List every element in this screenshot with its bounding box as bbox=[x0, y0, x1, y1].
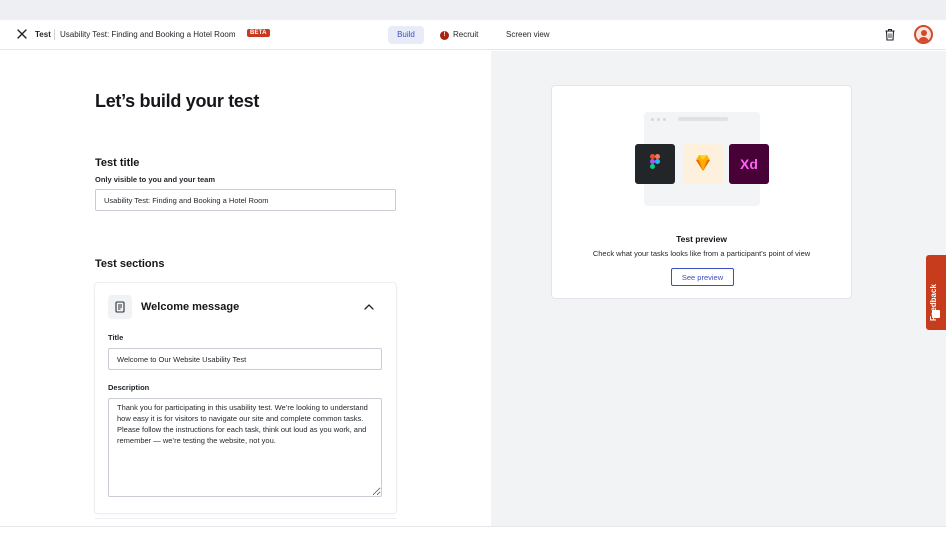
section-title: Welcome message bbox=[141, 301, 240, 313]
editor-panel: Let’s build your test Test title Only vi… bbox=[0, 51, 491, 527]
chevron-up-icon[interactable] bbox=[363, 301, 375, 313]
beta-badge: BETA bbox=[247, 29, 270, 37]
preview-title: Test preview bbox=[676, 234, 727, 244]
tab-build[interactable]: Build bbox=[388, 26, 424, 44]
trash-icon[interactable] bbox=[884, 28, 896, 41]
document-icon bbox=[108, 295, 132, 319]
tab-recruit[interactable]: ! Recruit bbox=[440, 26, 478, 44]
description-textarea[interactable]: Thank you for participating in this usab… bbox=[108, 398, 382, 497]
page-title: Let’s build your test bbox=[95, 91, 260, 111]
tab-recruit-label: Recruit bbox=[453, 30, 479, 39]
welcome-title-label: Title bbox=[108, 333, 124, 342]
test-title-label: Test title bbox=[95, 157, 140, 169]
brand-label: Test bbox=[35, 30, 51, 39]
divider bbox=[54, 29, 55, 40]
alert-icon: ! bbox=[440, 30, 449, 40]
test-name-breadcrumb: Usability Test: Finding and Booking a Ho… bbox=[60, 30, 236, 39]
test-preview-card: Xd Test preview Check what your tasks lo… bbox=[551, 85, 852, 299]
test-title-hint: Only visible to you and your team bbox=[95, 175, 216, 184]
feedback-tab[interactable]: Feedback bbox=[926, 255, 946, 330]
xd-icon: Xd bbox=[729, 144, 769, 184]
test-title-input[interactable] bbox=[95, 189, 396, 211]
test-sections-label: Test sections bbox=[95, 258, 165, 270]
tab-screen-view[interactable]: Screen view bbox=[506, 26, 550, 44]
description-label: Description bbox=[108, 383, 150, 392]
welcome-message-section: Welcome message Title Description Thank … bbox=[95, 283, 396, 513]
figma-icon bbox=[635, 144, 675, 184]
user-avatar[interactable] bbox=[914, 25, 933, 44]
welcome-title-input[interactable] bbox=[108, 348, 382, 370]
bottom-edge bbox=[0, 526, 946, 533]
preview-panel: Xd Test preview Check what your tasks lo… bbox=[491, 51, 946, 527]
close-icon[interactable] bbox=[14, 26, 30, 42]
top-bar: Test Usability Test: Finding and Booking… bbox=[0, 20, 946, 50]
sketch-icon bbox=[683, 144, 723, 184]
see-preview-button[interactable]: See preview bbox=[671, 268, 734, 286]
feedback-icon bbox=[932, 310, 940, 318]
browser-top-strip bbox=[0, 0, 946, 20]
preview-subtitle: Check what your tasks looks like from a … bbox=[592, 249, 811, 258]
